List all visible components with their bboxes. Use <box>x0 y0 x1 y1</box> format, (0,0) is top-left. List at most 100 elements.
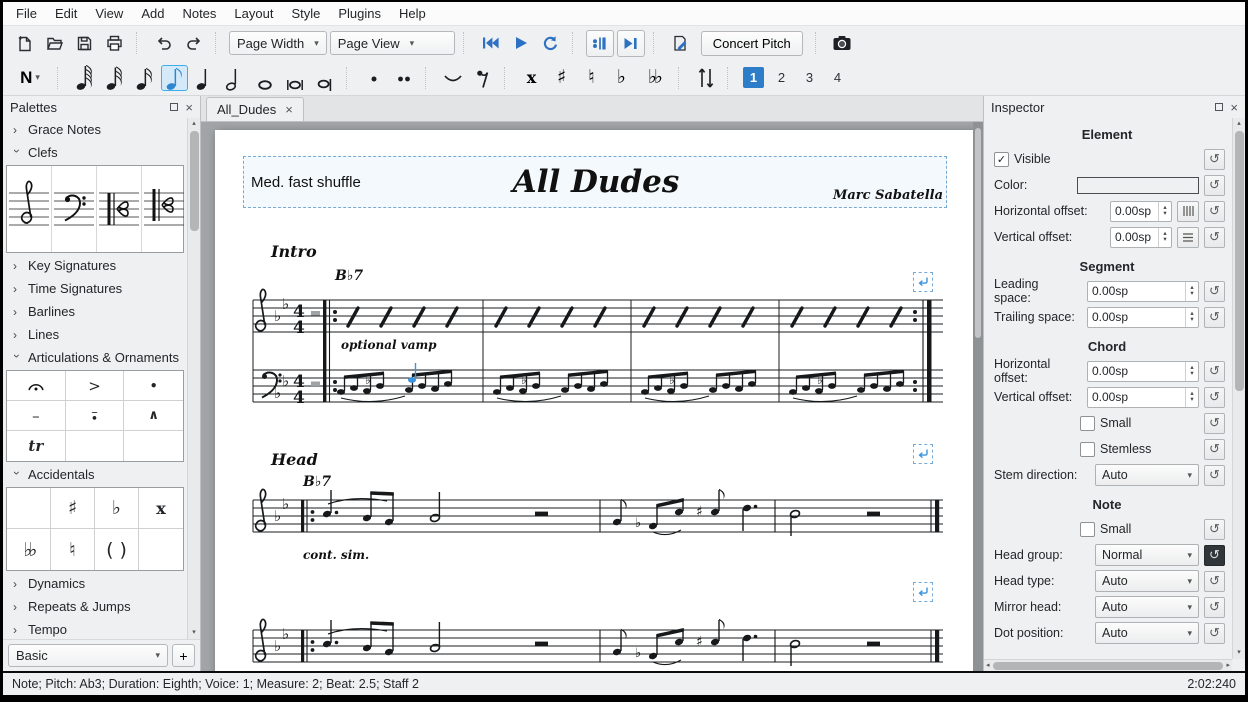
menu-edit[interactable]: Edit <box>46 4 86 23</box>
palettes-scrollbar[interactable]: ▴ ▾ <box>187 118 200 639</box>
bass-clef-cell[interactable] <box>52 166 97 252</box>
close-panel-icon[interactable]: × <box>185 101 193 114</box>
chord-symbol-intro[interactable]: B♭7 <box>335 268 363 284</box>
scrollbar-thumb[interactable] <box>975 128 981 338</box>
score-canvas[interactable]: ♭ ♭ <box>201 122 983 671</box>
concert-pitch-button[interactable]: Concert Pitch <box>701 31 803 56</box>
scroll-down-icon[interactable]: ▾ <box>1237 648 1241 658</box>
pan-playback-toggle[interactable] <box>617 30 645 57</box>
spinbox-arrows[interactable]: ▴▾ <box>1185 282 1198 301</box>
third-system[interactable] <box>253 619 943 666</box>
voice-3-button[interactable]: 3 <box>799 67 820 88</box>
canvas-scrollbar[interactable] <box>973 122 983 671</box>
system-break-marker[interactable] <box>913 272 933 292</box>
sim-annotation[interactable]: cont. sim. <box>303 548 369 562</box>
double-sharp-button[interactable]: x <box>518 65 545 91</box>
stemless-checkbox[interactable] <box>1080 442 1095 457</box>
double-dot-button[interactable] <box>390 65 417 91</box>
palette-barlines[interactable]: ›Barlines <box>3 300 187 323</box>
chord-v-offset-spinbox[interactable]: 0.00sp▴▾ <box>1087 387 1199 408</box>
scrollbar-thumb[interactable] <box>993 662 1224 670</box>
float-panel-icon[interactable] <box>1215 103 1223 111</box>
element-v-offset-spinbox[interactable]: 0.00sp▴▾ <box>1110 227 1172 248</box>
natural-cell[interactable]: ♮ <box>51 529 95 570</box>
note-breve-button[interactable] <box>281 65 308 91</box>
system-break-marker[interactable] <box>913 582 933 602</box>
fermata-cell[interactable] <box>7 371 66 401</box>
chord-h-offset-spinbox[interactable]: 0.00sp▴▾ <box>1087 361 1199 382</box>
sharp-cell[interactable]: ♯ <box>51 488 95 529</box>
screenshot-button[interactable] <box>829 30 856 56</box>
palette-dynamics[interactable]: ›Dynamics <box>3 572 187 595</box>
tie-button[interactable] <box>439 65 466 91</box>
float-panel-icon[interactable] <box>170 103 178 111</box>
tab-close-icon[interactable]: × <box>285 102 293 117</box>
voice-1-button[interactable]: 1 <box>743 67 764 88</box>
palette-time-signatures[interactable]: ›Time Signatures <box>3 277 187 300</box>
reset-chord-h-offset-button[interactable]: ↺ <box>1204 361 1225 382</box>
menu-add[interactable]: Add <box>132 4 173 23</box>
tenuto-cell[interactable]: – <box>7 401 66 431</box>
snap-vertical-button[interactable] <box>1177 227 1199 248</box>
head-type-select[interactable]: Auto▾ <box>1095 570 1199 592</box>
rewind-button[interactable] <box>477 30 504 56</box>
head-group-select[interactable]: Normal▾ <box>1095 544 1199 566</box>
empty-cell[interactable] <box>124 431 183 461</box>
inspector-scrollbar[interactable]: ▴ ▾ <box>1232 118 1245 659</box>
head-system[interactable] <box>253 489 943 536</box>
voice-2-button[interactable]: 2 <box>771 67 792 88</box>
sharp-button[interactable]: ♯ <box>548 65 575 91</box>
mirror-head-select[interactable]: Auto▾ <box>1095 596 1199 618</box>
palette-key-signatures[interactable]: ›Key Signatures <box>3 254 187 277</box>
flat-button[interactable]: ♭ <box>608 65 635 91</box>
note-small-checkbox[interactable] <box>1080 522 1095 537</box>
menu-view[interactable]: View <box>86 4 132 23</box>
double-sharp-cell[interactable]: x <box>139 488 183 529</box>
rest-button[interactable] <box>469 65 496 91</box>
print-button[interactable] <box>101 30 128 56</box>
edit-element-button[interactable] <box>667 30 694 56</box>
note-64th-button[interactable] <box>71 65 98 91</box>
palette-grace-notes[interactable]: ›Grace Notes <box>3 118 187 141</box>
close-panel-icon[interactable]: × <box>1230 101 1238 114</box>
reset-stemless-button[interactable]: ↺ <box>1204 439 1225 460</box>
dot-position-select[interactable]: Auto▾ <box>1095 622 1199 644</box>
rehearsal-mark-head[interactable]: Head <box>271 450 318 469</box>
scroll-up-icon[interactable]: ▴ <box>192 119 196 129</box>
spinbox-arrows[interactable]: ▴▾ <box>1158 228 1171 247</box>
vamp-annotation[interactable]: optional vamp <box>341 338 437 352</box>
reset-chord-v-offset-button[interactable]: ↺ <box>1204 387 1225 408</box>
reset-visible-button[interactable]: ↺ <box>1204 149 1225 170</box>
palette-accidentals[interactable]: ›Accidentals <box>3 463 187 486</box>
play-button[interactable] <box>507 30 534 56</box>
note-longa-button[interactable] <box>311 65 338 91</box>
note-half-button[interactable] <box>221 65 248 91</box>
chord-small-checkbox[interactable] <box>1080 416 1095 431</box>
reset-note-small-button[interactable]: ↺ <box>1204 519 1225 540</box>
reset-stem-direction-button[interactable]: ↺ <box>1204 465 1225 486</box>
new-score-button[interactable] <box>11 30 38 56</box>
zoom-combo[interactable]: Page Width ▾ <box>229 31 327 55</box>
reset-trailing-space-button[interactable]: ↺ <box>1204 307 1225 328</box>
palette-articulations[interactable]: ›Articulations & Ornaments <box>3 346 187 369</box>
staccato-cell[interactable]: • <box>124 371 183 401</box>
menu-notes[interactable]: Notes <box>173 4 225 23</box>
scroll-right-icon[interactable]: ▸ <box>1226 661 1230 671</box>
augmentation-dot-button[interactable] <box>360 65 387 91</box>
scrollbar-thumb[interactable] <box>190 131 199 231</box>
palette-clefs[interactable]: ›Clefs <box>3 141 187 164</box>
chord-symbol-head[interactable]: B♭7 <box>303 474 331 490</box>
flat-cell[interactable]: ♭ <box>95 488 139 529</box>
note-quarter-button[interactable] <box>191 65 218 91</box>
play-repeats-toggle[interactable] <box>586 30 614 57</box>
note-whole-button[interactable] <box>251 65 278 91</box>
tenor-clef-cell[interactable] <box>142 166 186 252</box>
add-workspace-button[interactable]: + <box>172 644 195 667</box>
palette-tempo[interactable]: ›Tempo <box>3 618 187 639</box>
empty-cell[interactable] <box>66 431 125 461</box>
color-swatch[interactable] <box>1077 177 1199 194</box>
menu-help[interactable]: Help <box>390 4 435 23</box>
double-flat-button[interactable]: ♭♭ <box>638 65 670 91</box>
reset-mirror-head-button[interactable]: ↺ <box>1204 597 1225 618</box>
rehearsal-mark-intro[interactable]: Intro <box>271 242 317 261</box>
